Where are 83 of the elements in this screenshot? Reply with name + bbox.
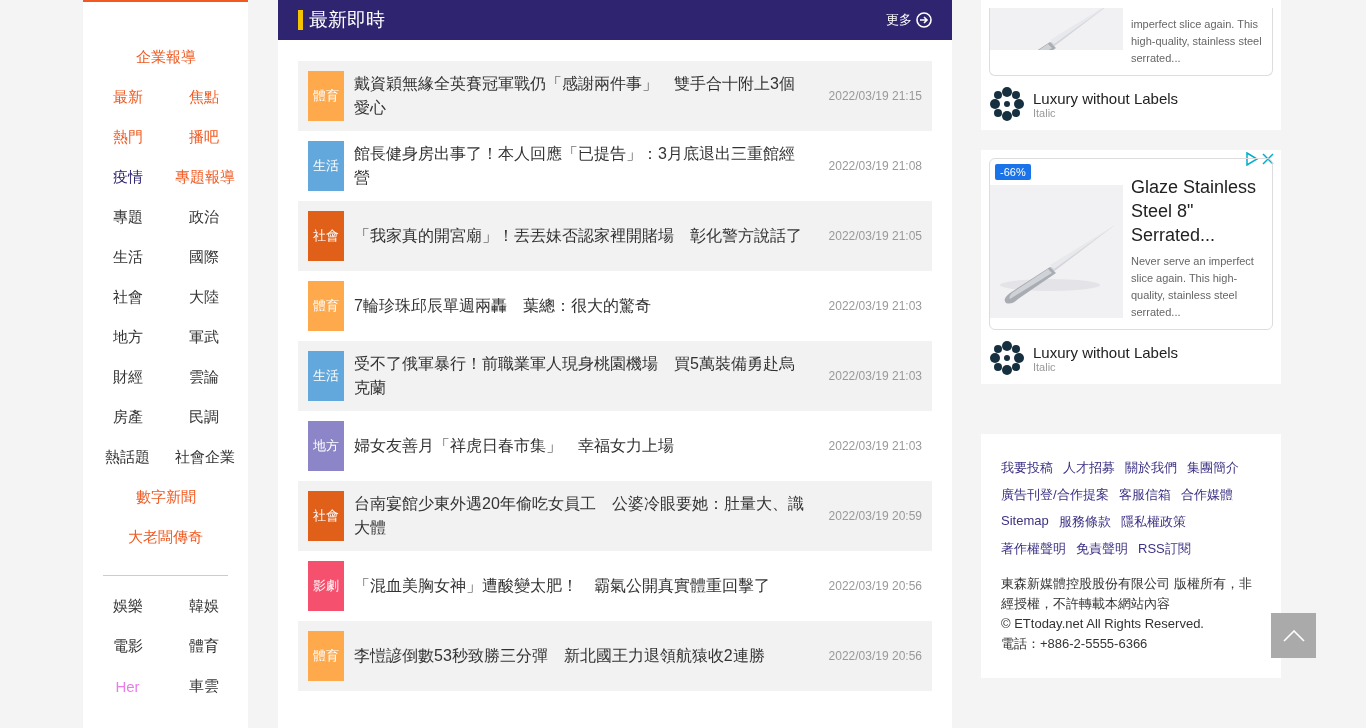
sidebar-link[interactable]: 國際 bbox=[174, 247, 233, 267]
sidebar-link[interactable]: 體育 bbox=[174, 636, 233, 656]
more-link[interactable]: 更多 bbox=[886, 11, 932, 29]
sidebar-link[interactable]: 專題 bbox=[98, 207, 157, 227]
brand-subtitle: Italic bbox=[1033, 360, 1056, 373]
copyright-text: 東森新媒體控股股份有限公司 版權所有，非經授權，不許轉載本網站內容 bbox=[1001, 575, 1253, 613]
play-triangle-icon[interactable] bbox=[1245, 152, 1259, 166]
sidebar-link[interactable]: 財經 bbox=[98, 367, 157, 387]
sidebar-link[interactable]: 民調 bbox=[174, 407, 233, 427]
sidebar-link[interactable]: 雲論 bbox=[174, 367, 233, 387]
news-headline[interactable]: 台南宴館少東外遇20年偷吃女員工 公婆冷眼要她：肚量大、識大體 bbox=[354, 492, 806, 540]
sidebar-link[interactable]: 大老闆傳奇 bbox=[128, 527, 203, 547]
timestamp: 2022/03/19 20:59 bbox=[828, 509, 922, 523]
flower-logo-icon bbox=[989, 340, 1025, 376]
news-headline[interactable]: 7輪珍珠邱辰單週兩轟 葉總：很大的驚奇 bbox=[354, 294, 806, 318]
sidebar-link[interactable]: 車雲 bbox=[174, 676, 233, 696]
sidebar-link[interactable]: 政治 bbox=[174, 207, 233, 227]
news-headline[interactable]: 「混血美胸女神」遭酸變太肥！ 霸氣公開真實體重回擊了 bbox=[354, 574, 806, 598]
sidebar-link[interactable]: 地方 bbox=[98, 327, 157, 347]
news-headline[interactable]: 受不了俄軍暴行！前職業軍人現身桃園機場 買5萬裝備勇赴烏克蘭 bbox=[354, 352, 806, 400]
sidebar-link[interactable]: 社會企業 bbox=[174, 447, 233, 467]
footer-link[interactable]: 關於我們 bbox=[1125, 459, 1177, 477]
footer-link[interactable]: Sitemap bbox=[1001, 513, 1049, 531]
sidebar-link[interactable]: 最新 bbox=[98, 87, 157, 107]
timestamp: 2022/03/19 21:15 bbox=[828, 89, 922, 103]
ad-title: Glaze Stainless Steel 8" Serrated... bbox=[1131, 176, 1258, 247]
news-headline[interactable]: 戴資穎無緣全英賽冠軍戰仍「感謝兩件事」 雙手合十附上3個愛心 bbox=[354, 72, 806, 120]
ad-description: Never serve an imperfect slice again. This high-quality, stainless steel serrated... bbox=[1131, 254, 1255, 320]
rights-text: © ETtoday.net All Rights Reserved. bbox=[1001, 615, 1205, 633]
discount-badge: -66% bbox=[995, 164, 1031, 180]
sidebar-link[interactable]: 熱門 bbox=[98, 127, 157, 147]
sidebar-link[interactable]: 軍武 bbox=[174, 327, 233, 347]
sidebar-link[interactable]: 電影 bbox=[98, 636, 157, 656]
footer-link[interactable]: 我要投稿 bbox=[1001, 459, 1053, 477]
news-headline[interactable]: 館長健身房出事了！本人回應「已提告」：3月底退出三重館經營 bbox=[354, 142, 806, 190]
timestamp: 2022/03/19 21:05 bbox=[828, 229, 922, 243]
sidebar-link[interactable]: 大陸 bbox=[174, 287, 233, 307]
back-to-top-button[interactable] bbox=[1271, 613, 1316, 658]
chevron-up-icon bbox=[1282, 629, 1305, 642]
sidebar-link[interactable]: 熱話題 bbox=[98, 447, 157, 467]
footer-link[interactable]: 著作權聲明 bbox=[1001, 540, 1066, 558]
sidebar-link[interactable]: 焦點 bbox=[174, 87, 233, 107]
timestamp: 2022/03/19 20:56 bbox=[828, 579, 922, 593]
sidebar-link[interactable]: 專題報導 bbox=[174, 167, 233, 187]
footer-link[interactable]: 服務條款 bbox=[1058, 513, 1111, 531]
footer-link[interactable]: 集團簡介 bbox=[1187, 459, 1239, 477]
ad-description: imperfect slice again. This high-quality, stainless steel serrated... bbox=[1131, 17, 1263, 66]
ad-card[interactable]: imperfect slice again. This high-quality, stainless steel serrated... bbox=[989, 8, 1273, 76]
timestamp: 2022/03/19 21:03 bbox=[828, 439, 922, 453]
section-title: 最新即時 bbox=[298, 10, 385, 30]
category-tag[interactable]: 社會 bbox=[308, 491, 344, 541]
footer-link[interactable]: 人才招募 bbox=[1063, 459, 1115, 477]
brand-name: Luxury without Labels bbox=[1033, 89, 1179, 107]
sidebar-link[interactable]: 韓娛 bbox=[174, 596, 233, 616]
timestamp: 2022/03/19 21:03 bbox=[828, 299, 922, 313]
sidebar-link[interactable]: 數字新聞 bbox=[135, 487, 196, 507]
timestamp: 2022/03/19 20:56 bbox=[828, 649, 922, 663]
flower-logo-icon bbox=[989, 86, 1025, 122]
sidebar-link[interactable]: 娛樂 bbox=[98, 596, 157, 616]
news-headline[interactable]: 「我家真的開宮廟」！丟丟妹否認家裡開賭場 彰化警方說話了 bbox=[354, 224, 806, 248]
sidebar-link[interactable]: 房產 bbox=[98, 407, 157, 427]
sidebar-link[interactable]: 社會 bbox=[98, 287, 157, 307]
sidebar-link[interactable]: 播吧 bbox=[174, 127, 233, 147]
phone-text: 電話：+886-2-5555-6366 bbox=[1001, 635, 1149, 653]
arrow-right-icon bbox=[916, 12, 932, 28]
footer-link[interactable]: 合作媒體 bbox=[1180, 486, 1233, 504]
sidebar-link[interactable]: 疫情 bbox=[98, 167, 157, 187]
footer-link[interactable]: 免責聲明 bbox=[1076, 540, 1128, 558]
timestamp: 2022/03/19 21:03 bbox=[828, 369, 922, 383]
timestamp: 2022/03/19 21:08 bbox=[828, 159, 922, 173]
footer-link[interactable]: 隱私權政策 bbox=[1120, 513, 1186, 531]
news-headline[interactable]: 李愷諺倒數53秒致勝三分彈 新北國王力退領航猿收2連勝 bbox=[354, 644, 806, 668]
brand-name: Luxury without Labels bbox=[1033, 343, 1179, 361]
footer-link[interactable]: 廣告刊登/合作提案 bbox=[1001, 486, 1109, 504]
footer-link[interactable]: RSS訂閱 bbox=[1138, 540, 1191, 558]
ad-card[interactable]: -66% Glaze Stainless Steel 8" Serrated... Never serve an imperfect slice again. This high-quality, stainless steel serrated... bbox=[989, 158, 1273, 330]
footer-link[interactable]: 客服信箱 bbox=[1118, 486, 1171, 504]
category-tag[interactable]: 社會 bbox=[308, 211, 344, 261]
sidebar-link[interactable]: 生活 bbox=[98, 247, 157, 267]
brand-subtitle: Italic bbox=[1033, 106, 1056, 119]
news-headline[interactable]: 婦女友善月「祥虎日春市集」 幸福女力上場 bbox=[354, 434, 806, 458]
sidebar-link[interactable]: 企業報導 bbox=[135, 47, 196, 67]
close-icon[interactable] bbox=[1261, 152, 1275, 166]
